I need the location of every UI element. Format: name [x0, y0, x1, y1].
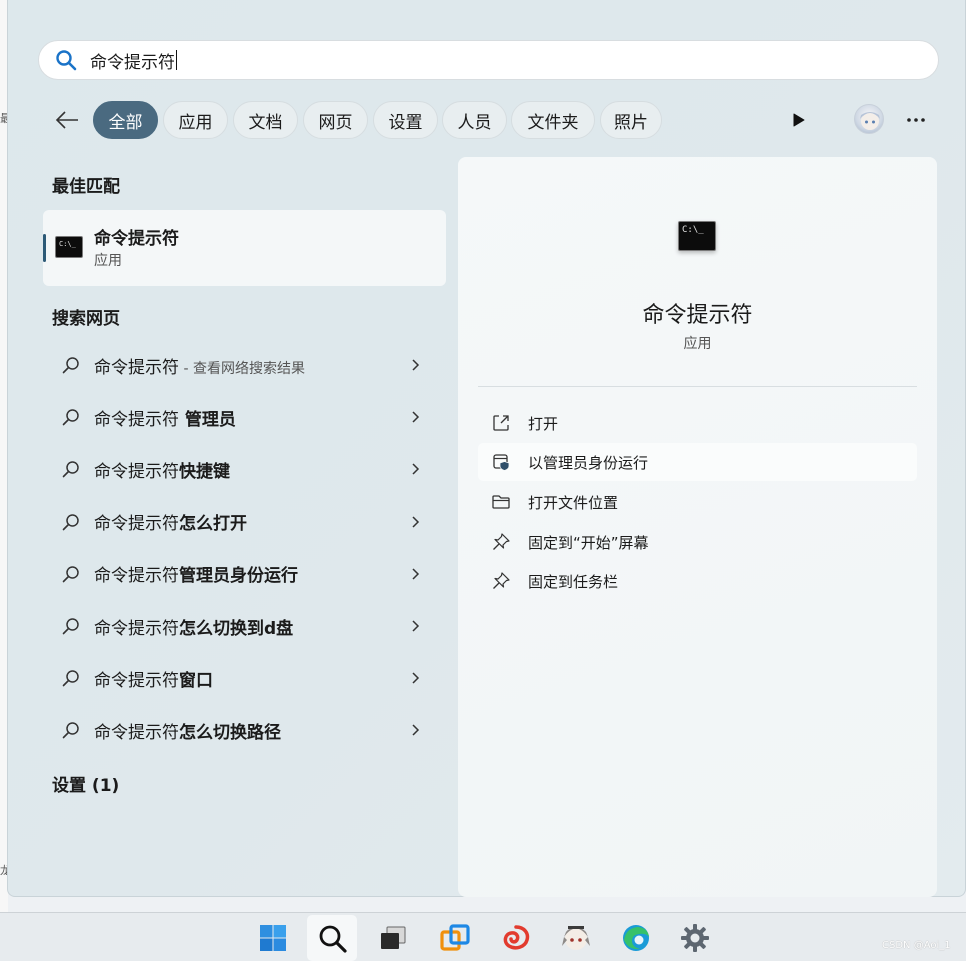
best-match-title: 命令提示符 [94, 229, 179, 249]
web-search-result[interactable]: 命令提示符 - 查看网络搜索结果 [43, 342, 446, 388]
best-match-result[interactable]: C:\_ 命令提示符 应用 [43, 210, 446, 286]
web-search-result-text: 命令提示符快捷键 [94, 461, 230, 482]
text-caret [176, 50, 177, 70]
detail-title: 命令提示符 [642, 303, 753, 328]
search-input[interactable]: 命令提示符 [38, 40, 939, 80]
app-shell-icon [503, 925, 530, 950]
selection-indicator [43, 234, 46, 262]
settings-section-heading[interactable]: 设置 (1) [52, 771, 119, 796]
search-icon [62, 461, 79, 478]
search-icon [62, 670, 79, 687]
start-search-panel: 命令提示符 全部 应用 文档 网页 设置 人员 文件夹 照片 最佳匹配 C:\_… [7, 0, 966, 897]
web-search-result-text: 命令提示符怎么打开 [94, 514, 247, 535]
avatar-image-icon [860, 112, 880, 130]
web-search-result-text: 命令提示符怎么切换到d盘 [94, 618, 294, 639]
vmware-icon [440, 924, 470, 951]
command-prompt-app-icon: C:\_ [55, 236, 83, 258]
web-search-result[interactable]: 命令提示符快捷键 [43, 446, 446, 492]
taskbar-start-button[interactable] [248, 915, 298, 961]
more-options-icon[interactable] [905, 110, 927, 130]
filter-chip-folders[interactable]: 文件夹 [511, 101, 595, 139]
chevron-right-icon [412, 463, 420, 475]
action-pin-to-start-label: 固定到“开始”屏幕 [528, 534, 649, 552]
taskbar-character-app-button[interactable] [551, 915, 601, 961]
detail-subtitle: 应用 [683, 336, 712, 352]
chevron-right-icon [412, 411, 420, 423]
taskbar-edge-button[interactable] [611, 915, 661, 961]
filter-chip-apps[interactable]: 应用 [163, 101, 228, 139]
taskbar: CSDN @Aoi_1 [0, 912, 966, 961]
search-icon [62, 357, 79, 374]
pin-icon [493, 533, 510, 550]
action-pin-to-taskbar[interactable]: 固定到任务栏 [478, 562, 917, 600]
settings-gear-icon [681, 924, 709, 952]
taskbar-task-view-button[interactable] [368, 915, 418, 961]
action-pin-to-taskbar-label: 固定到任务栏 [528, 573, 619, 591]
watermark-text: CSDN @Aoi_1 [882, 940, 951, 951]
web-search-heading: 搜索网页 [52, 309, 120, 329]
windows-start-icon [260, 925, 286, 951]
web-search-result-text: 命令提示符怎么切换路径 [94, 722, 281, 743]
search-icon [62, 513, 79, 530]
run-as-admin-shield-icon [493, 454, 510, 471]
filter-chip-photos[interactable]: 照片 [600, 101, 662, 139]
search-icon [62, 722, 79, 739]
web-search-result[interactable]: 命令提示符窗口 [43, 655, 446, 701]
action-pin-to-start[interactable]: 固定到“开始”屏幕 [478, 523, 917, 561]
web-search-result[interactable]: 命令提示符怎么切换到d盘 [43, 603, 446, 649]
filter-bar: 全部 应用 文档 网页 设置 人员 文件夹 照片 [8, 100, 966, 140]
web-search-result-text: 命令提示符窗口 [94, 670, 213, 691]
filter-chip-web[interactable]: 网页 [303, 101, 368, 139]
chevron-right-icon [412, 516, 420, 528]
action-open-file-location-label: 打开文件位置 [528, 494, 619, 512]
taskbar-search-button[interactable] [307, 915, 357, 961]
chevron-right-icon [412, 620, 420, 632]
search-icon [319, 925, 347, 953]
web-search-result[interactable]: 命令提示符怎么切换路径 [43, 707, 446, 753]
web-search-result-text: 命令提示符 - 查看网络搜索结果 [94, 357, 305, 378]
action-open-file-location[interactable]: 打开文件位置 [478, 483, 917, 521]
search-icon [56, 50, 77, 71]
action-run-as-admin-label: 以管理员身份运行 [528, 454, 649, 472]
search-icon [62, 566, 79, 583]
search-icon [62, 409, 79, 426]
chevron-right-icon [412, 359, 420, 371]
anime-avatar-icon [562, 926, 590, 950]
divider [478, 386, 917, 387]
web-search-result-text: 命令提示符管理员身份运行 [94, 566, 298, 587]
web-search-result[interactable]: 命令提示符 管理员 [43, 394, 446, 440]
web-search-result-text: 命令提示符 管理员 [94, 409, 236, 430]
best-match-type: 应用 [94, 253, 122, 269]
filter-chip-all[interactable]: 全部 [93, 101, 158, 139]
web-search-result[interactable]: 命令提示符管理员身份运行 [43, 551, 446, 597]
taskbar-vmware-button[interactable] [430, 915, 480, 961]
action-open-label: 打开 [528, 415, 559, 433]
open-external-icon [493, 415, 509, 431]
action-run-as-admin[interactable]: 以管理员身份运行 [478, 443, 917, 481]
search-icon [62, 618, 79, 635]
pin-icon [493, 572, 510, 589]
edge-icon [623, 925, 649, 951]
filter-chip-settings[interactable]: 设置 [373, 101, 438, 139]
back-arrow-icon[interactable] [54, 108, 80, 132]
chevron-right-icon [412, 672, 420, 684]
more-filters-arrow-icon[interactable] [791, 112, 807, 128]
detail-pane: C:\_ 命令提示符 应用 打开 以管理员身份运行 打开文件位置 固定到“开始”… [458, 157, 937, 897]
folder-icon [492, 495, 510, 509]
filter-chip-documents[interactable]: 文档 [233, 101, 298, 139]
command-prompt-large-icon: C:\_ [678, 221, 716, 251]
taskbar-settings-button[interactable] [670, 915, 720, 961]
best-match-heading: 最佳匹配 [52, 177, 120, 197]
web-search-result[interactable]: 命令提示符怎么打开 [43, 499, 446, 545]
search-query[interactable]: 命令提示符 [90, 48, 175, 73]
filter-chip-people[interactable]: 人员 [442, 101, 507, 139]
account-avatar[interactable] [854, 104, 884, 134]
task-view-icon [381, 926, 406, 949]
taskbar-app-shell-button[interactable] [491, 915, 541, 961]
action-open[interactable]: 打开 [478, 404, 917, 442]
chevron-right-icon [412, 568, 420, 580]
chevron-right-icon [412, 724, 420, 736]
